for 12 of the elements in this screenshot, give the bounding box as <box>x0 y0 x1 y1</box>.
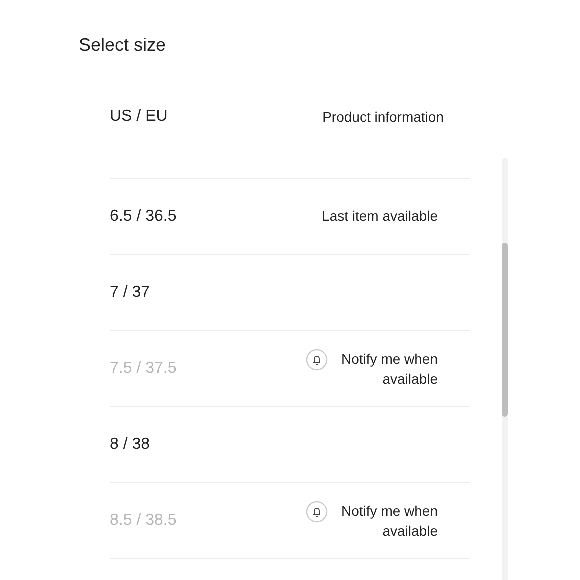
column-header: Product information <box>322 108 444 126</box>
dialog-title: Select size <box>79 34 168 57</box>
bell-icon <box>306 500 328 522</box>
bell-icon <box>306 348 328 370</box>
stock-note: Last item available <box>322 207 438 226</box>
scrollbar-thumb[interactable] <box>502 243 508 417</box>
size-option[interactable]: 7 / 37 <box>110 280 150 304</box>
notify-button[interactable]: Notify me when available <box>306 500 438 540</box>
notify-button[interactable]: Notify me when available <box>306 348 438 388</box>
column-header: US / EU <box>110 107 168 127</box>
size-option[interactable]: 8 / 38 <box>110 432 150 456</box>
size-option[interactable]: 6.5 / 36.5 <box>110 204 177 228</box>
